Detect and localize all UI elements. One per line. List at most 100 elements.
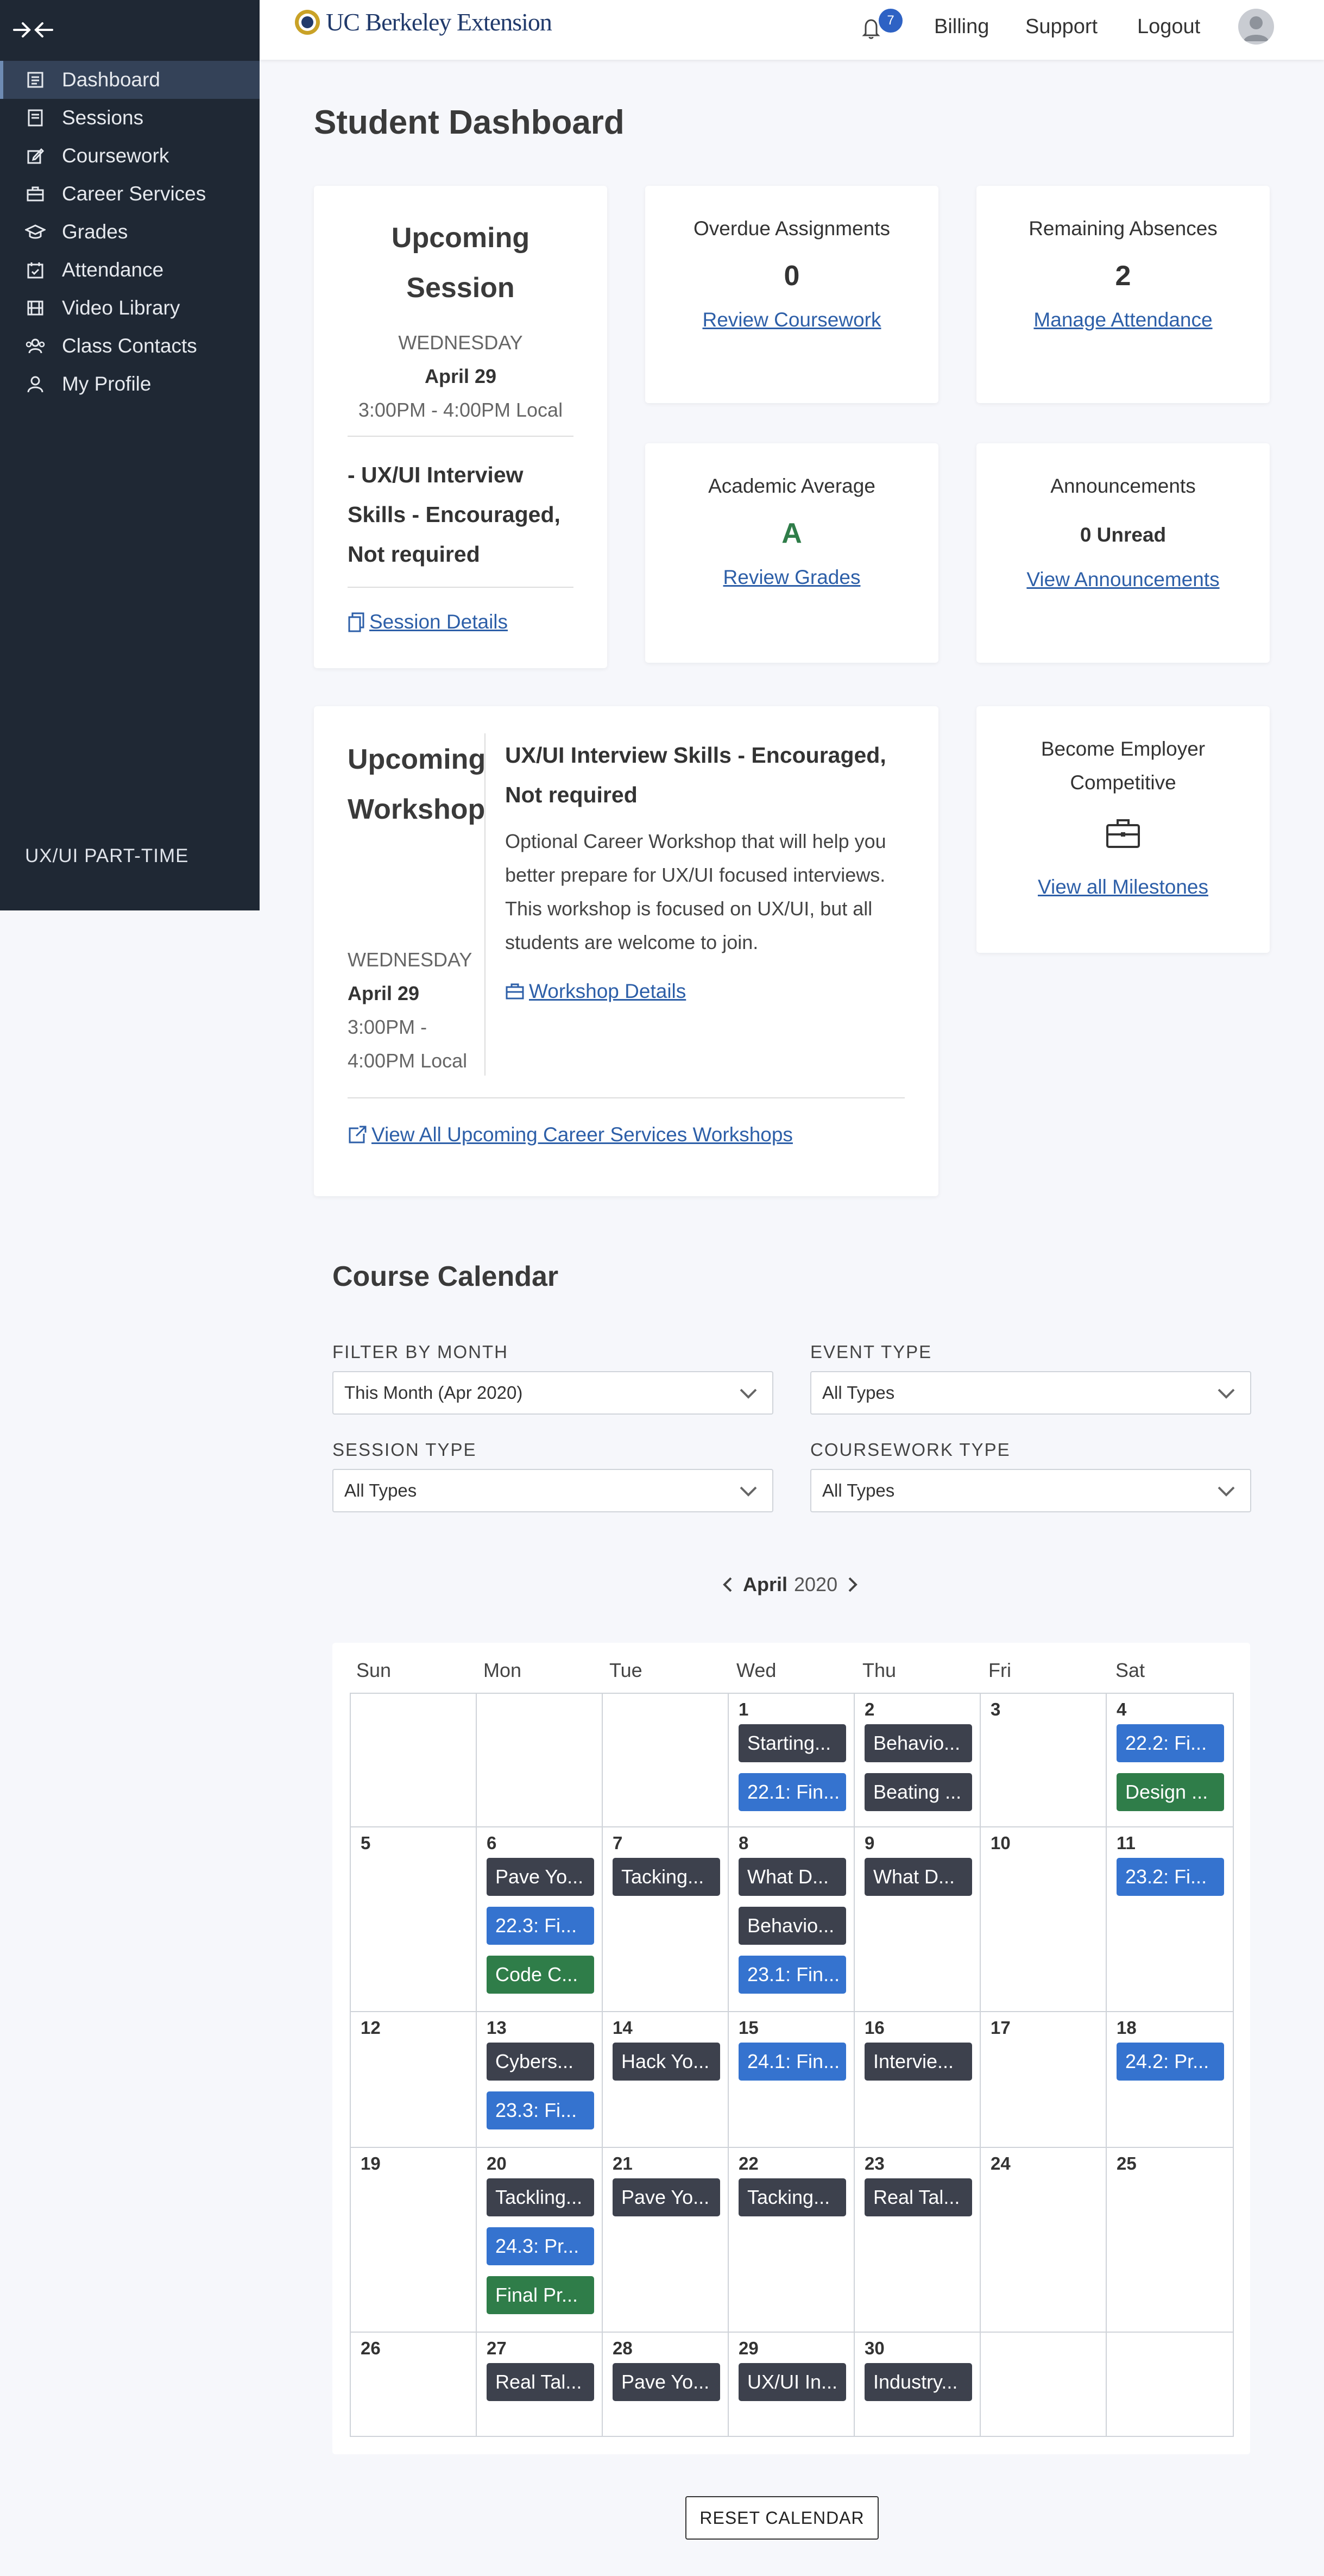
manage-attendance-link[interactable]: Manage Attendance: [1033, 309, 1212, 331]
chevron-right-icon[interactable]: [844, 1574, 860, 1595]
calendar-day[interactable]: 20 Tackling... 24.3: Pr... Final Pr...: [477, 2148, 603, 2332]
calendar-day[interactable]: 26: [351, 2333, 477, 2436]
chevron-down-icon: [1218, 1486, 1235, 1497]
calendar-day[interactable]: 5: [351, 1827, 477, 2011]
calendar-event[interactable]: 23.3: Fi...: [487, 2091, 594, 2129]
event-type-select[interactable]: All Types: [810, 1371, 1251, 1415]
sidebar-item-attendance[interactable]: Attendance: [0, 251, 260, 289]
calendar-event[interactable]: Design ...: [1117, 1773, 1224, 1811]
calendar-day[interactable]: 28 Pave Yo...: [603, 2333, 729, 2436]
calendar-day[interactable]: 3: [981, 1694, 1107, 1826]
employer-heading: Become Employer Competitive: [1041, 738, 1206, 794]
calendar-event[interactable]: Tacking...: [739, 2178, 846, 2216]
calendar-event[interactable]: 24.2: Pr...: [1117, 2043, 1224, 2081]
avatar[interactable]: [1238, 9, 1274, 45]
calendar-event[interactable]: 24.1: Fin...: [739, 2043, 846, 2081]
calendar-event[interactable]: Pave Yo...: [613, 2363, 720, 2401]
review-coursework-link[interactable]: Review Coursework: [703, 309, 881, 331]
calendar-event[interactable]: What D...: [739, 1858, 846, 1896]
sidebar-item-sessions[interactable]: Sessions: [0, 99, 260, 137]
calendar-day[interactable]: 9 What D...: [855, 1827, 981, 2011]
calendar-event[interactable]: Code C...: [487, 1956, 594, 1994]
weekday-header: Mon: [483, 1659, 522, 1681]
notification-count-badge[interactable]: 7: [879, 9, 903, 33]
calendar-event[interactable]: Pave Yo...: [613, 2178, 720, 2216]
calendar-event[interactable]: Tacking...: [613, 1858, 720, 1896]
calendar-event[interactable]: Final Pr...: [487, 2276, 594, 2314]
filter-month-select[interactable]: This Month (Apr 2020): [332, 1371, 773, 1415]
billing-link[interactable]: Billing: [934, 15, 989, 39]
logout-link[interactable]: Logout: [1137, 15, 1200, 39]
sidebar-item-video-library[interactable]: Video Library: [0, 289, 260, 327]
support-link[interactable]: Support: [1025, 15, 1098, 39]
chevron-left-icon[interactable]: [720, 1574, 736, 1595]
calendar-day[interactable]: 10: [981, 1827, 1107, 2011]
calendar-day[interactable]: 11 23.2: Fi...: [1107, 1827, 1233, 2011]
calendar-event[interactable]: Real Tal...: [487, 2363, 594, 2401]
calendar-day[interactable]: 14 Hack Yo...: [603, 2012, 729, 2147]
calendar-event[interactable]: 24.3: Pr...: [487, 2227, 594, 2265]
collapse-sidebar-icon[interactable]: [11, 16, 60, 43]
calendar-day[interactable]: 18 24.2: Pr...: [1107, 2012, 1233, 2147]
briefcase-icon: [1105, 817, 1142, 852]
sidebar-item-dashboard[interactable]: Dashboard: [0, 61, 260, 99]
logo[interactable]: UC Berkeley Extension: [293, 8, 552, 36]
calendar-day[interactable]: 7 Tacking...: [603, 1827, 729, 2011]
reset-calendar-button[interactable]: RESET CALENDAR: [685, 2496, 879, 2540]
calendar-day[interactable]: 25: [1107, 2148, 1233, 2332]
calendar-day[interactable]: 12: [351, 2012, 477, 2147]
coursework-type-select[interactable]: All Types: [810, 1469, 1251, 1512]
calendar-event[interactable]: Intervie...: [865, 2043, 972, 2081]
workshop-details-link[interactable]: Workshop Details: [505, 980, 686, 1003]
calendar-day[interactable]: 8 What D... Behavio... 23.1: Fin...: [729, 1827, 855, 2011]
sidebar-item-grades[interactable]: Grades: [0, 213, 260, 251]
calendar-day[interactable]: 29 UX/UI In...: [729, 2333, 855, 2436]
calendar-day[interactable]: 19: [351, 2148, 477, 2332]
calendar-event[interactable]: What D...: [865, 1858, 972, 1896]
calendar-day[interactable]: 30 Industry...: [855, 2333, 981, 2436]
calendar-event[interactable]: 23.1: Fin...: [739, 1956, 846, 1994]
view-announcements-link[interactable]: View Announcements: [1026, 568, 1219, 590]
sidebar-item-career-services[interactable]: Career Services: [0, 175, 260, 213]
calendar-event[interactable]: 22.1: Fin...: [739, 1773, 846, 1811]
calendar-event[interactable]: Behavio...: [865, 1724, 972, 1762]
calendar-day[interactable]: 27 Real Tal...: [477, 2333, 603, 2436]
calendar-event[interactable]: Industry...: [865, 2363, 972, 2401]
calendar-day[interactable]: 6 Pave Yo... 22.3: Fi... Code C...: [477, 1827, 603, 2011]
calendar-day[interactable]: 23 Real Tal...: [855, 2148, 981, 2332]
sidebar-item-class-contacts[interactable]: Class Contacts: [0, 327, 260, 365]
calendar-day[interactable]: 24: [981, 2148, 1107, 2332]
filter-month-value: This Month (Apr 2020): [344, 1383, 523, 1403]
sidebar-item-my-profile[interactable]: My Profile: [0, 365, 260, 403]
sidebar-item-coursework[interactable]: Coursework: [0, 137, 260, 175]
page-title: Student Dashboard: [314, 104, 625, 141]
calendar-event[interactable]: Tackling...: [487, 2178, 594, 2216]
calendar-day[interactable]: 17: [981, 2012, 1107, 2147]
review-grades-link[interactable]: Review Grades: [723, 566, 861, 588]
calendar-event[interactable]: Starting...: [739, 1724, 846, 1762]
calendar-day[interactable]: 16 Intervie...: [855, 2012, 981, 2147]
calendar-event[interactable]: Cybers...: [487, 2043, 594, 2081]
calendar-event[interactable]: Pave Yo...: [487, 1858, 594, 1896]
session-type-select[interactable]: All Types: [332, 1469, 773, 1512]
calendar-day[interactable]: 13 Cybers... 23.3: Fi...: [477, 2012, 603, 2147]
view-milestones-link[interactable]: View all Milestones: [1038, 876, 1208, 898]
calendar-event[interactable]: Hack Yo...: [613, 2043, 720, 2081]
calendar-event[interactable]: Beating ...: [865, 1773, 972, 1811]
calendar-day[interactable]: 15 24.1: Fin...: [729, 2012, 855, 2147]
calendar-event[interactable]: 22.2: Fi...: [1117, 1724, 1224, 1762]
calendar-event[interactable]: UX/UI In...: [739, 2363, 846, 2401]
calendar-day[interactable]: 2 Behavio... Beating ...: [855, 1694, 981, 1826]
calendar-event[interactable]: 22.3: Fi...: [487, 1907, 594, 1945]
session-type-value: All Types: [344, 1480, 417, 1500]
calendar-day[interactable]: 22 Tacking...: [729, 2148, 855, 2332]
view-all-workshops-link[interactable]: View All Upcoming Career Services Worksh…: [348, 1123, 793, 1146]
calendar-event[interactable]: Behavio...: [739, 1907, 846, 1945]
calendar-event[interactable]: 23.2: Fi...: [1117, 1858, 1224, 1896]
session-details-link[interactable]: Session Details: [348, 611, 508, 633]
calendar-event[interactable]: Real Tal...: [865, 2178, 972, 2216]
calendar-day[interactable]: 21 Pave Yo...: [603, 2148, 729, 2332]
calendar-day[interactable]: 4 22.2: Fi... Design ...: [1107, 1694, 1233, 1826]
calendar-day[interactable]: 1 Starting... 22.1: Fin...: [729, 1694, 855, 1826]
users-icon: [23, 334, 48, 359]
